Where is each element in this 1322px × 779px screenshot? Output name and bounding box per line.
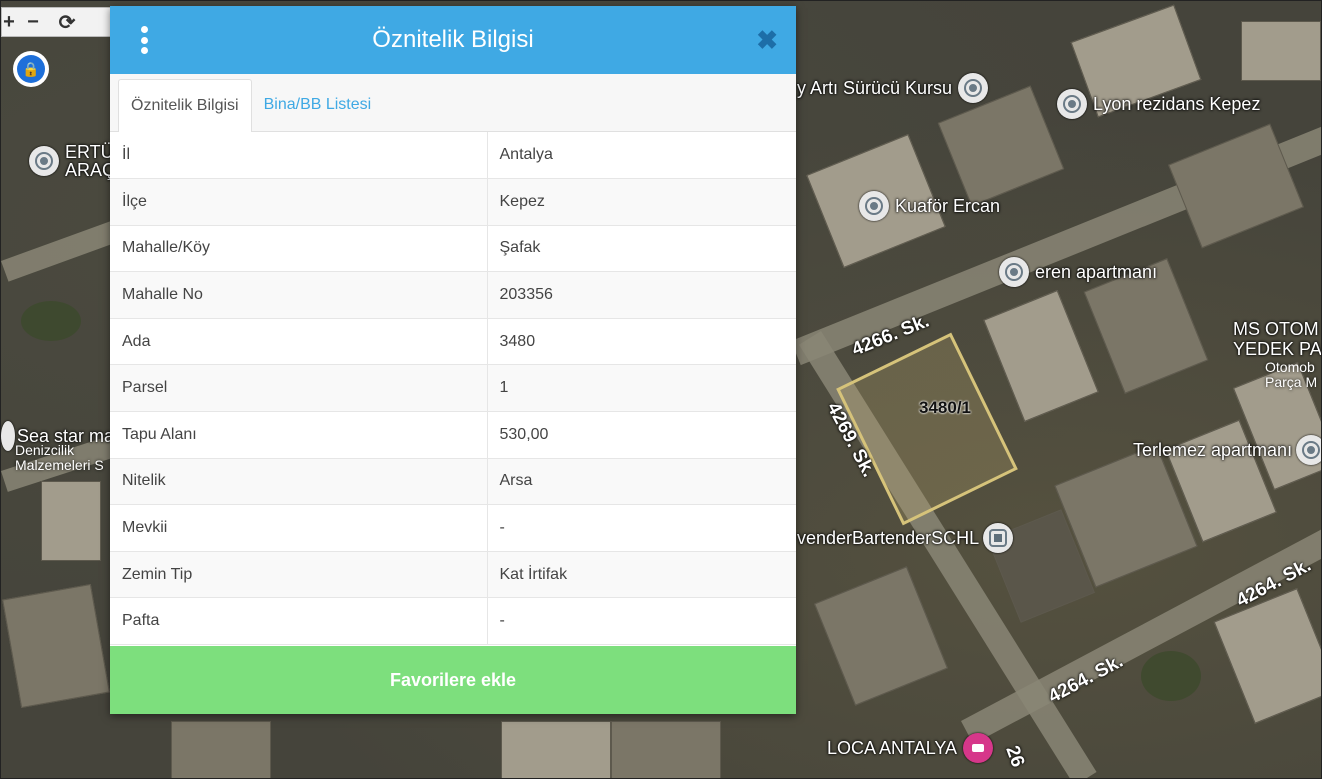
building [501, 721, 611, 778]
table-row: Zemin Tip Kat İrtifak [110, 551, 796, 599]
table-row: Mahalle/Köy Şafak [110, 225, 796, 273]
parcel-label: 3480/1 [919, 398, 971, 417]
refresh-button[interactable]: ⟳ [50, 8, 84, 36]
attribute-key: İl [110, 132, 488, 180]
attribute-key: Mahalle/Köy [110, 225, 488, 273]
dialog-title: Öznitelik Bilgisi [372, 26, 534, 53]
parcel-outline[interactable] [836, 332, 1018, 526]
location-pin-icon [999, 257, 1029, 287]
poi-ms-otomotiv[interactable]: MS OTOM YEDEK PA [1233, 319, 1322, 359]
attribute-value: 3480 [487, 318, 796, 366]
table-row: Tapu Alanı 530,00 [110, 411, 796, 459]
dialog-tabs: Öznitelik Bilgisi Bina/BB Listesi [110, 74, 796, 132]
building [171, 721, 271, 778]
building [1213, 588, 1321, 724]
poi-label: ARAÇ [65, 160, 116, 180]
pan-button[interactable]: + [2, 8, 16, 36]
location-pin-icon [958, 73, 989, 103]
attribute-key: Parsel [110, 364, 488, 413]
map-toolbar: + − ⟳ [1, 7, 113, 37]
table-row: Mahalle No 203356 [110, 271, 796, 319]
poi-surucu-kursu[interactable]: y Artı Sürücü Kursu [797, 73, 994, 103]
poi-bartender-school[interactable]: venderBartenderSCHL [797, 523, 1019, 553]
attribute-value: Kepez [487, 178, 796, 226]
location-pin-icon [1296, 435, 1321, 465]
attribute-info-dialog: Öznitelik Bilgisi ✖ Öznitelik Bilgisi Bi… [110, 6, 796, 714]
attribute-value: 530,00 [487, 411, 796, 459]
poi-label: y Artı Sürücü Kursu [797, 77, 953, 98]
attribute-value: Şafak [487, 225, 796, 273]
attribute-value: Kat İrtifak [487, 551, 796, 599]
building [1241, 21, 1321, 81]
table-row: Ada 3480 [110, 318, 796, 366]
table-row: Pafta - [110, 597, 796, 646]
poi-label: YEDEK PA [1233, 339, 1322, 359]
poi-loca-antalya[interactable]: LOCA ANTALYA [827, 733, 999, 763]
location-pin-icon [1, 421, 15, 451]
location-pin-icon [1057, 89, 1087, 119]
location-pin-icon [859, 191, 889, 221]
attribute-key: Tapu Alanı [110, 411, 488, 459]
road [1, 219, 122, 282]
lock-icon: 🔒 [17, 55, 45, 83]
building [983, 290, 1099, 422]
poi-lyon-rezidans[interactable]: Lyon rezidans Kepez [1057, 89, 1260, 119]
attribute-key: Ada [110, 318, 488, 366]
table-row: Nitelik Arsa [110, 458, 796, 506]
attribute-key: Zemin Tip [110, 551, 488, 599]
poi-label: MS OTOM [1233, 319, 1319, 339]
street-label: 26 [1001, 743, 1029, 771]
attribute-value: Antalya [487, 132, 796, 180]
poi-kuafor-ercan[interactable]: Kuaför Ercan [859, 191, 1000, 221]
poi-label: eren apartmanı [1035, 261, 1158, 282]
building [2, 584, 110, 708]
poi-label: Lyon rezidans Kepez [1093, 93, 1261, 114]
attribute-key: Mevkii [110, 504, 488, 552]
poi-label: LOCA ANTALYA [827, 737, 958, 758]
poi-eren-apartmani[interactable]: eren apartmanı [999, 257, 1157, 287]
table-row: İl Antalya [110, 132, 796, 180]
poi-label: venderBartenderSCHL [797, 527, 980, 548]
poi-label: Kuaför Ercan [895, 195, 1001, 216]
table-row: Parsel 1 [110, 364, 796, 413]
attribute-value: - [487, 504, 796, 552]
poi-sublabel: Denizcilik [15, 442, 75, 458]
attribute-value: 1 [487, 364, 796, 413]
attribute-key: İlçe [110, 178, 488, 226]
poi-ertu[interactable]: ERTÜ ARAÇ [29, 143, 115, 179]
dialog-header: Öznitelik Bilgisi ✖ [110, 6, 796, 74]
close-icon[interactable]: ✖ [756, 26, 778, 54]
building [937, 85, 1065, 207]
tab-building-list[interactable]: Bina/BB Listesi [252, 79, 384, 131]
add-to-favorites-button[interactable]: Favorilere ekle [110, 646, 796, 714]
poi-sublabel: Parça M [1265, 374, 1318, 390]
attribute-key: Mahalle No [110, 271, 488, 319]
zoom-out-button[interactable]: − [16, 8, 50, 36]
table-row: Mevkii - [110, 504, 796, 552]
attribute-value: Arsa [487, 458, 796, 506]
poi-label: Terlemez apartmanı [1133, 439, 1293, 460]
poi-label: ERTÜ [65, 142, 114, 162]
poi-sublabel: Malzemeleri S [15, 457, 104, 473]
attribute-value: - [487, 597, 796, 646]
location-lock-button[interactable]: 🔒 [13, 51, 49, 87]
kebab-menu-icon[interactable] [138, 26, 150, 54]
poi-sublabel: Otomob [1265, 359, 1315, 375]
attribute-key: Pafta [110, 597, 488, 646]
tab-attribute-info[interactable]: Öznitelik Bilgisi [118, 79, 252, 132]
attribute-value: 203356 [487, 271, 796, 319]
tree [1141, 651, 1201, 701]
school-icon [983, 523, 1014, 553]
building [41, 481, 101, 561]
poi-terlemez-apartmani[interactable]: Terlemez apartmanı [1133, 435, 1321, 465]
hotel-icon [963, 733, 994, 763]
building [814, 566, 948, 706]
building [611, 721, 721, 778]
location-pin-icon [29, 146, 59, 176]
table-row: İlçe Kepez [110, 178, 796, 226]
attribute-key: Nitelik [110, 458, 488, 506]
tree [21, 301, 81, 341]
attribute-table: İl Antalya İlçe Kepez Mahalle/Köy Şafak Mahall… [110, 132, 796, 646]
